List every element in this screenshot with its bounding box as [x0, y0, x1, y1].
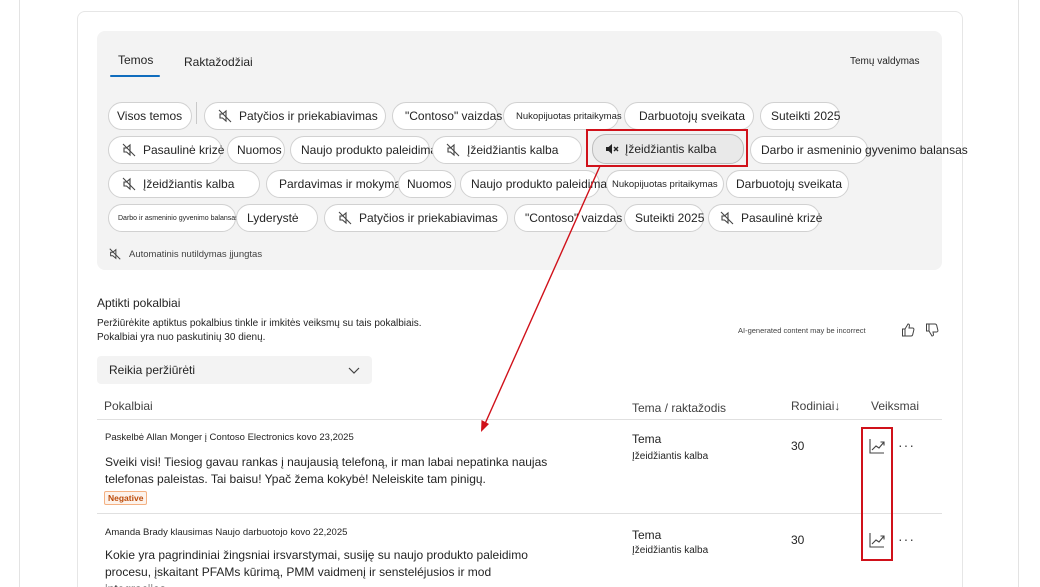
auto-mute-label: Automatinis nutildymas įjungtas — [129, 248, 263, 260]
post-text: procesu, įskaitant PFAMs kūrimą, PMM vai… — [105, 565, 492, 587]
topic-chip[interactable]: Patyčios ir priekabiavimas — [324, 204, 508, 232]
post-text: Kokie yra pagrindiniai žingsniai irsvars… — [105, 548, 528, 562]
topic-chip[interactable]: "Contoso" vaizdas — [514, 204, 622, 232]
page-edge — [19, 0, 20, 587]
topic-chip[interactable]: Įžeidžiantis kalba — [108, 170, 260, 198]
chip-label: Darbuotojų sveikata — [736, 177, 843, 191]
chip-label: Suteikti 2025 — [771, 109, 841, 123]
trend-icon[interactable] — [868, 531, 886, 549]
topic-chip[interactable]: Nukopijuotas pritaikymas — [606, 170, 724, 198]
table-divider — [97, 513, 942, 514]
topic-type: Tema — [632, 432, 662, 446]
topic-chip[interactable]: Visos temos — [108, 102, 192, 130]
view-count: 30 — [791, 439, 805, 453]
chip-label: Pasaulinė krizė — [143, 143, 225, 157]
tab-topics[interactable]: Temos — [118, 53, 153, 67]
chip-label: Įžeidžiantis kalba — [143, 177, 235, 191]
chip-label: Nuomos — [237, 143, 282, 157]
manage-topics-link[interactable]: Temų valdymas — [850, 56, 919, 67]
dropdown-value: Reikia peržiūrėti — [109, 363, 196, 377]
topic-chip-muted-selected[interactable]: Įžeidžiantis kalba — [592, 134, 744, 164]
mute-icon — [337, 210, 353, 226]
chip-label: Įžeidžiantis kalba — [467, 143, 559, 157]
review-filter-dropdown[interactable]: Reikia peržiūrėti — [97, 356, 372, 384]
sentiment-badge: Negative — [104, 491, 148, 505]
topic-chip[interactable]: Darbo ir asmeninio gyvenimo balansas — [750, 136, 968, 164]
mute-icon — [108, 247, 122, 261]
mute-icon — [121, 142, 137, 158]
mute-filled-icon — [603, 141, 619, 157]
topic-value: Įžeidžiantis kalba — [632, 451, 709, 462]
topic-chip[interactable]: Darbuotojų sveikata — [726, 170, 849, 198]
chip-label: Lyderystė — [247, 211, 299, 225]
topic-chip[interactable]: Suteikti 2025 — [760, 102, 840, 130]
chip-label: "Contoso" vaizdas — [405, 109, 503, 123]
mute-icon — [121, 176, 137, 192]
topic-chip[interactable]: Suteikti 2025 — [624, 204, 704, 232]
more-options-icon[interactable]: ··· — [898, 532, 915, 546]
topic-chip[interactable]: Darbo ir asmeninio gyvenimo balansas — [108, 204, 239, 232]
chip-label: Pasaulinė krizė — [741, 211, 823, 225]
topic-type: Tema — [632, 528, 662, 542]
chip-label: Darbo ir asmeninio gyvenimo balansas — [118, 214, 239, 222]
topic-chip[interactable]: Pasaulinė krizė — [708, 204, 823, 232]
topic-chip[interactable]: "Contoso" vaizdas — [392, 102, 502, 130]
chip-label: Patyčios ir priekabiavimas — [239, 109, 378, 123]
chip-label: Patyčios ir priekabiavimas — [359, 211, 498, 225]
topic-chip[interactable]: Darbuotojų sveikata — [624, 102, 754, 130]
chip-label: Nukopijuotas pritaikymas — [516, 110, 622, 122]
column-header-actions: Veiksmai — [871, 399, 920, 413]
topic-chip[interactable]: Nuomos — [398, 170, 456, 198]
mute-icon — [217, 108, 233, 124]
topic-chip[interactable]: Naujo produkto paleidimas — [290, 136, 443, 164]
post-text: Sveiki visi! Tiesiog gavau rankas į nauj… — [105, 455, 548, 469]
more-options-icon[interactable]: ··· — [898, 438, 915, 452]
table-divider — [97, 419, 942, 420]
chip-label: "Contoso" vaizdas — [525, 211, 623, 225]
chip-label: Nukopijuotas pritaikymas — [612, 178, 718, 190]
active-tab-indicator — [110, 75, 160, 77]
thumbs-up-icon[interactable] — [900, 322, 916, 338]
mute-icon — [719, 210, 735, 226]
chip-label: Visos temos — [117, 109, 183, 123]
topic-chip[interactable]: Naujo produkto paleidimas — [460, 170, 613, 198]
topic-chip[interactable]: Lyderystė — [236, 204, 318, 232]
topic-chip[interactable]: Nukopijuotas pritaikymas — [503, 102, 622, 130]
mute-icon — [445, 142, 461, 158]
chip-label: Naujo produkto paleidimas — [301, 143, 444, 157]
topic-value: Įžeidžiantis kalba — [632, 545, 709, 556]
view-count: 30 — [791, 533, 805, 547]
chip-label: Darbuotojų sveikata — [639, 109, 746, 123]
trend-icon[interactable] — [868, 437, 886, 455]
chip-label: Suteikti 2025 — [635, 211, 705, 225]
chip-label: Darbo ir asmeninio gyvenimo balansas — [761, 143, 968, 157]
chip-label: Naujo produkto paleidimas — [471, 177, 614, 191]
post-text: telefonas paleistas. Tai baisu! Ypač žem… — [105, 472, 486, 486]
post-meta: Amanda Brady klausimas Naujo darbuotojo … — [105, 527, 348, 538]
tab-keywords[interactable]: Raktažodžiai — [184, 55, 253, 69]
section-description: Pokalbiai yra nuo paskutinių 30 dienų. — [97, 332, 266, 343]
page-edge — [1018, 0, 1019, 587]
auto-mute-status: Automatinis nutildymas įjungtas — [108, 247, 262, 261]
column-header-topic[interactable]: Tema / raktažodis — [632, 401, 726, 415]
chip-divider — [196, 102, 197, 124]
column-header-views[interactable]: Rodiniai↓ — [791, 399, 840, 413]
chip-label: Pardavimas ir mokymas — [279, 177, 408, 191]
column-header-conversations[interactable]: Pokalbiai — [104, 399, 153, 413]
topic-chip[interactable]: Nuomos — [227, 136, 285, 164]
topic-chip[interactable]: Patyčios ir priekabiavimas — [204, 102, 386, 130]
topic-chip[interactable]: Įžeidžiantis kalba — [432, 136, 582, 164]
chevron-down-icon — [348, 367, 360, 374]
topic-chip[interactable]: Pardavimas ir mokymas — [266, 170, 407, 198]
section-title: Aptikti pokalbiai — [97, 296, 181, 310]
section-description: Peržiūrėkite aptiktus pokalbius tinkle i… — [97, 318, 422, 329]
topic-chip[interactable]: Pasaulinė krizė — [108, 136, 225, 164]
ai-disclaimer: AI-generated content may be incorrect — [738, 326, 866, 335]
post-meta: Paskelbė Allan Monger į Contoso Electron… — [105, 432, 354, 443]
chip-label: Nuomos — [407, 177, 452, 191]
thumbs-down-icon[interactable] — [924, 322, 940, 338]
chip-label: Įžeidžiantis kalba — [625, 142, 717, 156]
